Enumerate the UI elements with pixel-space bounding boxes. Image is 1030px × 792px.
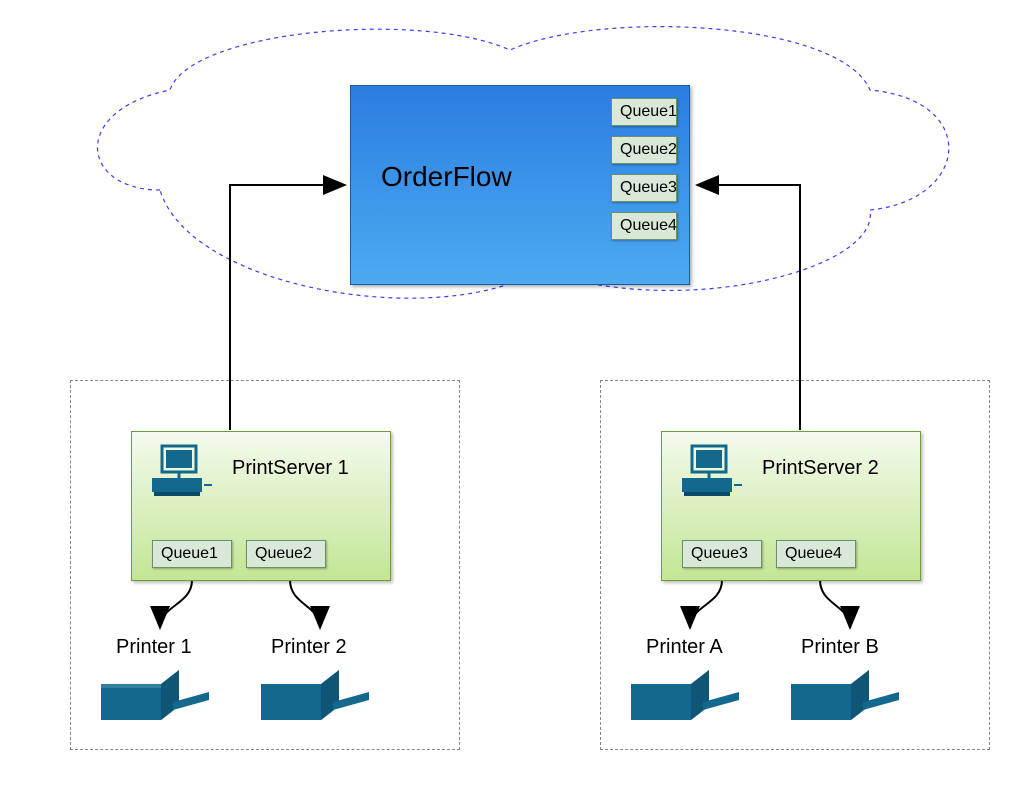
- printserver-1-title: PrintServer 1: [232, 457, 349, 480]
- printserver-2-queues: Queue3 Queue4: [682, 540, 856, 568]
- printer-a-label: Printer A: [646, 636, 723, 659]
- ps1-queue2: Queue2: [246, 540, 326, 568]
- computer-icon: [680, 444, 744, 502]
- ps2-queue3: Queue3: [682, 540, 762, 568]
- printer-b-icon: [791, 666, 901, 736]
- printserver-1-box: PrintServer 1 Queue1 Queue2: [131, 431, 391, 581]
- ps2-queue4: Queue4: [776, 540, 856, 568]
- printer-1-icon: [101, 666, 211, 736]
- printserver-2-box: PrintServer 2 Queue3 Queue4: [661, 431, 921, 581]
- printserver-2-title: PrintServer 2: [762, 457, 879, 480]
- group-printserver-1: PrintServer 1 Queue1 Queue2 Printer 1 Pr…: [70, 380, 460, 750]
- group-printserver-2: PrintServer 2 Queue3 Queue4 Printer A Pr…: [600, 380, 990, 750]
- printer-2-label: Printer 2: [271, 636, 347, 659]
- diagram-stage: OrderFlow Queue1 Queue2 Queue3 Queue4: [0, 0, 1030, 792]
- printer-2-icon: [261, 666, 371, 736]
- printer-1-label: Printer 1: [116, 636, 192, 659]
- printserver-1-queues: Queue1 Queue2: [152, 540, 326, 568]
- computer-icon: [150, 444, 214, 502]
- ps1-queue1: Queue1: [152, 540, 232, 568]
- printer-a-icon: [631, 666, 741, 736]
- printer-b-label: Printer B: [801, 636, 879, 659]
